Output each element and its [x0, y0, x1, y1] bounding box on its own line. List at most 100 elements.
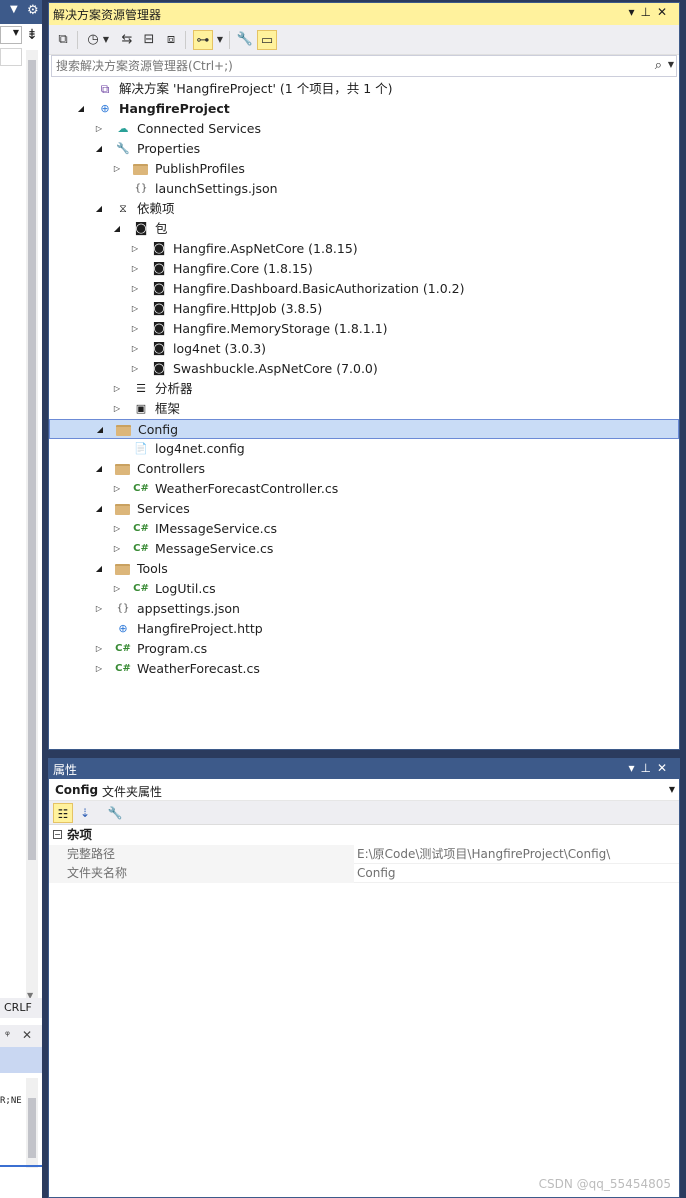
tree-item[interactable]: ▷ ☁ Connected Services — [49, 119, 679, 139]
chevron-down-icon[interactable]: ▾ — [628, 5, 640, 19]
collapse-arrow-icon[interactable]: ▷ — [129, 359, 141, 379]
tree-item[interactable]: ▷ C# IMessageService.cs — [49, 519, 679, 539]
collapse-arrow-icon[interactable]: ▷ — [129, 299, 141, 319]
pin-icon[interactable]: ᵠ — [5, 1028, 10, 1042]
collapse-arrow-icon[interactable]: ▷ — [111, 579, 123, 599]
tree-item[interactable]: ▷ PublishProfiles — [49, 159, 679, 179]
collapse-arrow-icon[interactable]: ▷ — [111, 379, 123, 399]
property-value[interactable]: E:\原Code\测试项目\HangfireProject\Config\ — [357, 845, 610, 864]
tree-item[interactable]: ◢ Services — [49, 499, 679, 519]
toolbar-separator — [185, 31, 186, 49]
wrench-icon[interactable]: 🔧 — [235, 30, 255, 50]
collapse-arrow-icon[interactable]: ▷ — [129, 259, 141, 279]
chevron-down-icon[interactable]: ▼ — [215, 30, 225, 50]
tree-item[interactable]: ▷ ◙ Swashbuckle.AspNetCore (7.0.0) — [49, 359, 679, 379]
collapse-icon[interactable]: − — [53, 830, 62, 839]
tree-item[interactable]: ◢ Tools — [49, 559, 679, 579]
alphabetical-icon[interactable]: ⇣ — [75, 803, 95, 823]
solution-tree: ⧉ 解决方案 'HangfireProject' (1 个项目，共 1 个) ◢ ⊕ H… — [49, 79, 679, 679]
tree-item[interactable]: {} launchSettings.json — [49, 179, 679, 199]
collapse-arrow-icon[interactable]: ▷ — [111, 519, 123, 539]
pin-icon[interactable]: ⊥ — [640, 761, 656, 775]
tree-item[interactable]: 📄 log4net.config — [49, 439, 679, 459]
collapse-arrow-icon[interactable]: ▷ — [111, 159, 123, 179]
chevron-down-icon[interactable]: ▾ — [628, 761, 640, 775]
tree-item[interactable]: ◢ ◙ 包 — [49, 219, 679, 239]
tree-item[interactable]: ◢ Controllers — [49, 459, 679, 479]
collapse-arrow-icon[interactable]: ▷ — [129, 319, 141, 339]
tree-item[interactable]: ◢ 🔧 Properties — [49, 139, 679, 159]
collapse-arrow-icon[interactable]: ▷ — [111, 399, 123, 419]
switch-views-icon[interactable]: ⧉ — [53, 30, 73, 50]
collapse-arrow-icon[interactable]: ▷ — [129, 339, 141, 359]
filter-icon[interactable]: ⊶ — [193, 30, 213, 50]
tree-item[interactable]: ▷ C# WeatherForecast.cs — [49, 659, 679, 679]
editor-scrollbar[interactable]: ▼ — [26, 50, 38, 1000]
collapse-all-icon[interactable]: ⊟ — [139, 30, 159, 50]
tree-item[interactable]: ⊕ HangfireProject.http — [49, 619, 679, 639]
line-ending-indicator[interactable]: CRLF — [0, 998, 42, 1018]
collapse-arrow-icon[interactable]: ▷ — [111, 479, 123, 499]
tree-item[interactable]: ▷ ◙ log4net (3.0.3) — [49, 339, 679, 359]
scroll-thumb[interactable] — [28, 60, 36, 860]
tree-item[interactable]: ◢ Config — [49, 419, 679, 439]
chevron-down-icon[interactable]: ▼ — [101, 30, 111, 50]
pending-changes-filter-icon[interactable]: ◷ — [83, 30, 103, 50]
expand-arrow-icon[interactable]: ◢ — [111, 219, 123, 239]
expand-arrow-icon[interactable]: ◢ — [93, 139, 105, 159]
collapse-arrow-icon[interactable]: ▷ — [93, 639, 105, 659]
collapse-arrow-icon[interactable]: ▷ — [93, 119, 105, 139]
property-row-folder-name[interactable]: 文件夹名称 Config — [49, 864, 679, 883]
sync-with-document-icon[interactable]: ⇆ — [117, 30, 137, 50]
expand-arrow-icon[interactable]: ◢ — [93, 559, 105, 579]
tree-item[interactable]: ▷ {} appsettings.json — [49, 599, 679, 619]
search-input[interactable] — [52, 56, 632, 76]
collapse-arrow-icon[interactable]: ▷ — [93, 659, 105, 679]
scroll-thumb[interactable] — [28, 1098, 36, 1158]
preview-selected-icon[interactable]: ▭ — [257, 30, 277, 50]
show-all-files-icon[interactable]: ⧈ — [161, 30, 181, 50]
chevron-down-icon[interactable]: ▼ — [10, 4, 18, 15]
chevron-down-icon[interactable]: ▼ — [668, 60, 674, 69]
split-editor-icon[interactable]: ⇟ — [24, 26, 40, 44]
tree-item[interactable]: ▷ C# MessageService.cs — [49, 539, 679, 559]
tree-item[interactable]: ▷ ◙ Hangfire.Core (1.8.15) — [49, 259, 679, 279]
tree-item[interactable]: ⧉ 解决方案 'HangfireProject' (1 个项目，共 1 个) — [49, 79, 679, 99]
tree-item[interactable]: ▷ ☰ 分析器 — [49, 379, 679, 399]
tree-item[interactable]: ▷ ◙ Hangfire.MemoryStorage (1.8.1.1) — [49, 319, 679, 339]
tree-item[interactable]: ◢ ⊕ HangfireProject — [49, 99, 679, 119]
close-icon[interactable]: ✕ — [657, 761, 673, 775]
collapse-arrow-icon[interactable]: ▷ — [129, 239, 141, 259]
collapse-arrow-icon[interactable]: ▷ — [111, 539, 123, 559]
close-icon[interactable]: ✕ — [22, 1028, 32, 1042]
pin-icon[interactable]: ⊥ — [640, 5, 656, 19]
tree-item[interactable]: ▷ C# LogUtil.cs — [49, 579, 679, 599]
expand-arrow-icon[interactable]: ◢ — [93, 459, 105, 479]
category-row[interactable]: − 杂项 — [49, 825, 679, 845]
tree-item[interactable]: ◢ ⧖ 依赖项 — [49, 199, 679, 219]
expand-arrow-icon[interactable]: ◢ — [93, 199, 105, 219]
tree-item[interactable]: ▷ ◙ Hangfire.HttpJob (3.8.5) — [49, 299, 679, 319]
solution-search-box[interactable]: ⌕ ▼ — [51, 55, 677, 77]
object-selector[interactable]: Config 文件夹属性 ▼ — [49, 779, 679, 801]
gear-icon[interactable]: ⚙ — [27, 3, 39, 18]
expand-arrow-icon[interactable]: ◢ — [93, 499, 105, 519]
close-icon[interactable]: ✕ — [657, 5, 673, 19]
tree-item[interactable]: ▷ C# WeatherForecastController.cs — [49, 479, 679, 499]
tree-item[interactable]: ▷ ◙ Hangfire.Dashboard.BasicAuthorization … — [49, 279, 679, 299]
categorized-icon[interactable]: ☷ — [53, 803, 73, 823]
collapse-arrow-icon[interactable]: ▷ — [129, 279, 141, 299]
tree-item[interactable]: ▷ ▣ 框架 — [49, 399, 679, 419]
collapse-arrow-icon[interactable]: ▷ — [93, 599, 105, 619]
search-icon[interactable]: ⌕ — [655, 58, 662, 73]
tree-item[interactable]: ▷ ◙ Hangfire.AspNetCore (1.8.15) — [49, 239, 679, 259]
member-dropdown[interactable]: ▼ — [0, 26, 22, 44]
expand-arrow-icon[interactable]: ◢ — [75, 99, 87, 119]
output-scrollbar[interactable] — [26, 1078, 38, 1168]
chevron-down-icon[interactable]: ▼ — [669, 785, 675, 794]
property-pages-icon[interactable]: 🔧 — [105, 803, 125, 823]
expand-arrow-icon[interactable]: ◢ — [94, 420, 106, 440]
property-value[interactable]: Config — [357, 864, 396, 883]
tree-item[interactable]: ▷ C# Program.cs — [49, 639, 679, 659]
property-row-full-path[interactable]: 完整路径 E:\原Code\测试项目\HangfireProject\Confi… — [49, 845, 679, 864]
